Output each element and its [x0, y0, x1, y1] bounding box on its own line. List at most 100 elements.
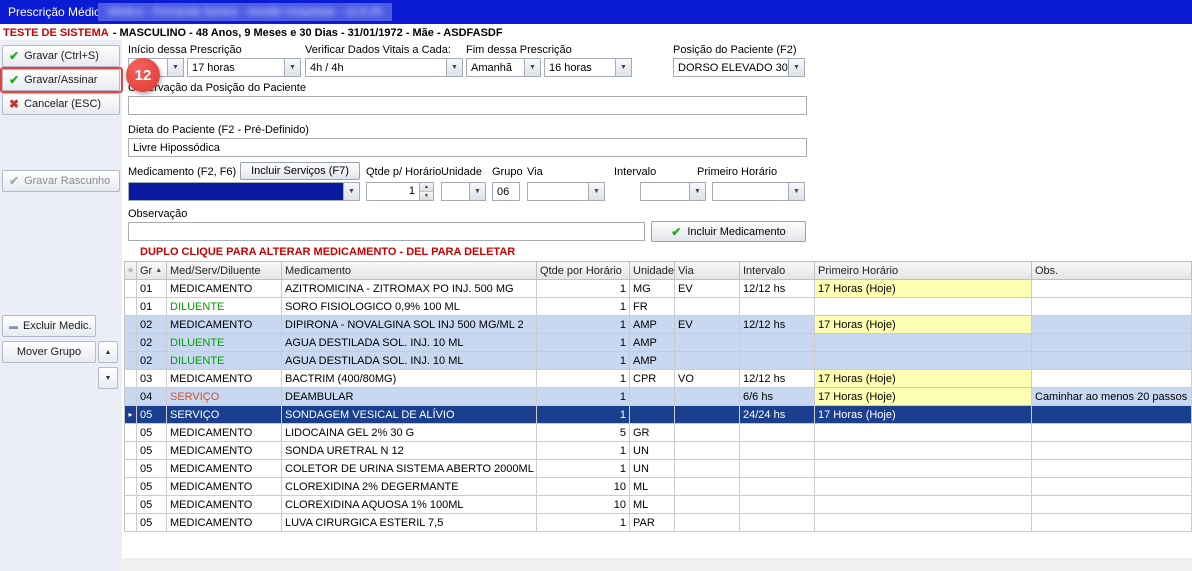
table-row[interactable]: 05MEDICAMENTOSONDA URETRAL N 121UN: [125, 442, 1192, 460]
cell-primeiro-horario: [815, 424, 1032, 442]
cell-obs: Caminhar ao menos 20 passos: [1032, 388, 1192, 406]
cell-gr: 02: [137, 352, 167, 370]
save-draft-button[interactable]: ✔ Gravar Rascunho: [2, 170, 120, 192]
spin-down-icon[interactable]: ▼: [420, 192, 433, 200]
down-arrow-icon: ▼: [105, 375, 112, 382]
chevron-down-icon[interactable]: ▼: [469, 183, 485, 200]
cell-tipo: MEDICAMENTO: [167, 496, 282, 514]
cell-unidade: AMP: [630, 334, 675, 352]
quantity-stepper[interactable]: 1 ▲ ▼: [366, 182, 434, 201]
col-primeiro[interactable]: Primeiro Horário: [815, 262, 1032, 280]
posicao-combo[interactable]: DORSO ELEVADO 30 G ▼: [673, 58, 805, 77]
cell-primeiro-horario: [815, 334, 1032, 352]
chevron-down-icon[interactable]: ▼: [446, 59, 462, 76]
via-combo[interactable]: ▼: [527, 182, 605, 201]
col-via[interactable]: Via: [675, 262, 740, 280]
chevron-down-icon[interactable]: ▼: [284, 59, 300, 76]
table-row[interactable]: 05MEDICAMENTOCOLETOR DE URINA SISTEMA AB…: [125, 460, 1192, 478]
table-row[interactable]: 02DILUENTEAGUA DESTILADA SOL. INJ. 10 ML…: [125, 352, 1192, 370]
save-button-label: Gravar (Ctrl+S): [24, 50, 99, 62]
sidebar: ✔ Gravar (Ctrl+S) ✔ Gravar/Assinar ✖ Can…: [0, 40, 122, 571]
cell-qtde: 5: [537, 424, 630, 442]
col-medicamento[interactable]: Medicamento: [282, 262, 537, 280]
col-tipo[interactable]: Med/Serv/Diluente: [167, 262, 282, 280]
observacao-input[interactable]: [128, 222, 645, 241]
cell-tipo: MEDICAMENTO: [167, 280, 282, 298]
cell-primeiro-horario: 17 Horas (Hoje): [815, 280, 1032, 298]
cell-qtde: 1: [537, 460, 630, 478]
cell-obs: [1032, 460, 1192, 478]
col-intervalo[interactable]: Intervalo: [740, 262, 815, 280]
chevron-down-icon[interactable]: ▼: [167, 59, 183, 76]
cancel-button[interactable]: ✖ Cancelar (ESC): [2, 93, 120, 115]
inicio-label: Início dessa Prescrição: [128, 44, 242, 56]
save-button[interactable]: ✔ Gravar (Ctrl+S): [2, 45, 120, 67]
grupo-label: Grupo: [492, 166, 523, 178]
table-row[interactable]: 01DILUENTESORO FISIOLOGICO 0,9% 100 ML1F…: [125, 298, 1192, 316]
table-row[interactable]: 05MEDICAMENTOCLOREXIDINA AQUOSA 1% 100ML…: [125, 496, 1192, 514]
inicio-time-combo[interactable]: 17 horas ▼: [187, 58, 301, 77]
col-gr[interactable]: Gr▲: [137, 262, 167, 280]
observacao-label: Observação: [128, 208, 187, 220]
cell-intervalo: 6/6 hs: [740, 388, 815, 406]
move-group-button[interactable]: Mover Grupo: [2, 341, 96, 363]
chevron-down-icon[interactable]: ▼: [343, 183, 359, 200]
col-obs[interactable]: Obs.: [1032, 262, 1192, 280]
medicamento-combo[interactable]: ▼: [128, 182, 360, 201]
col-unidade[interactable]: Unidade: [630, 262, 675, 280]
cell-via: VO: [675, 370, 740, 388]
delete-med-button[interactable]: ▬ Excluir Medic.: [2, 315, 96, 337]
cell-gr: 05: [137, 514, 167, 532]
posicao-label: Posição do Paciente (F2): [673, 44, 797, 56]
cell-primeiro-horario: [815, 514, 1032, 532]
cell-intervalo: [740, 442, 815, 460]
dieta-input[interactable]: Livre Hipossódica: [128, 138, 807, 157]
table-row[interactable]: 02MEDICAMENTODIPIRONA - NOVALGINA SOL IN…: [125, 316, 1192, 334]
vitais-label: Verificar Dados Vitais a Cada:: [305, 44, 451, 56]
cell-medicamento: LUVA CIRURGICA ESTERIL 7,5: [282, 514, 537, 532]
cancel-button-label: Cancelar (ESC): [24, 98, 101, 110]
obs-posicao-input[interactable]: [128, 96, 807, 115]
intervalo-combo[interactable]: ▼: [640, 182, 706, 201]
move-down-button[interactable]: ▼: [98, 367, 118, 389]
primeiro-combo[interactable]: ▼: [712, 182, 805, 201]
cell-primeiro-horario: [815, 496, 1032, 514]
incluir-servicos-button[interactable]: Incluir Serviços (F7): [240, 162, 360, 180]
table-row[interactable]: 02DILUENTEAGUA DESTILADA SOL. INJ. 10 ML…: [125, 334, 1192, 352]
chevron-down-icon[interactable]: ▼: [588, 183, 604, 200]
cell-tipo: MEDICAMENTO: [167, 460, 282, 478]
cell-gr: 04: [137, 388, 167, 406]
incluir-medicamento-button[interactable]: ✔ Incluir Medicamento: [651, 221, 806, 242]
move-up-button[interactable]: ▲: [98, 341, 118, 363]
fim-time-combo[interactable]: 16 horas ▼: [544, 58, 632, 77]
spin-up-icon[interactable]: ▲: [420, 183, 433, 192]
cell-unidade: FR: [630, 298, 675, 316]
unidade-combo[interactable]: ▼: [441, 182, 486, 201]
chevron-down-icon[interactable]: ▼: [689, 183, 705, 200]
chevron-down-icon[interactable]: ▼: [788, 183, 804, 200]
table-row[interactable]: 05MEDICAMENTOCLOREXIDINA 2% DEGERMANTE10…: [125, 478, 1192, 496]
table-row[interactable]: 01MEDICAMENTOAZITROMICINA - ZITROMAX PO …: [125, 280, 1192, 298]
save-sign-button[interactable]: ✔ Gravar/Assinar: [2, 69, 120, 91]
cell-via: [675, 496, 740, 514]
table-row[interactable]: ▸05SERVIÇOSONDAGEM VESICAL DE ALÍVIO124/…: [125, 406, 1192, 424]
patient-header: TESTE DE SISTEMA - MASCULINO - 48 Anos, …: [3, 26, 503, 40]
fim-day-combo[interactable]: Amanhã ▼: [466, 58, 541, 77]
vitais-combo[interactable]: 4h / 4h ▼: [305, 58, 463, 77]
col-qtde[interactable]: Qtde por Horário: [537, 262, 630, 280]
cell-obs: [1032, 298, 1192, 316]
grupo-input[interactable]: 06: [492, 182, 520, 201]
minus-icon: ▬: [9, 322, 18, 331]
table-row[interactable]: 05MEDICAMENTOLIDOCAINA GEL 2% 30 G5GR: [125, 424, 1192, 442]
cell-tipo: DILUENTE: [167, 298, 282, 316]
table-row[interactable]: 03MEDICAMENTOBACTRIM (400/80MG)1CPRVO12/…: [125, 370, 1192, 388]
row-marker: [125, 316, 137, 334]
table-row[interactable]: 04SERVIÇODEAMBULAR16/6 hs17 Horas (Hoje)…: [125, 388, 1192, 406]
row-marker: [125, 298, 137, 316]
chevron-down-icon[interactable]: ▼: [615, 59, 631, 76]
cell-gr: 05: [137, 442, 167, 460]
chevron-down-icon[interactable]: ▼: [788, 59, 804, 76]
cell-intervalo: 12/12 hs: [740, 316, 815, 334]
table-row[interactable]: 05MEDICAMENTOLUVA CIRURGICA ESTERIL 7,51…: [125, 514, 1192, 532]
chevron-down-icon[interactable]: ▼: [524, 59, 540, 76]
